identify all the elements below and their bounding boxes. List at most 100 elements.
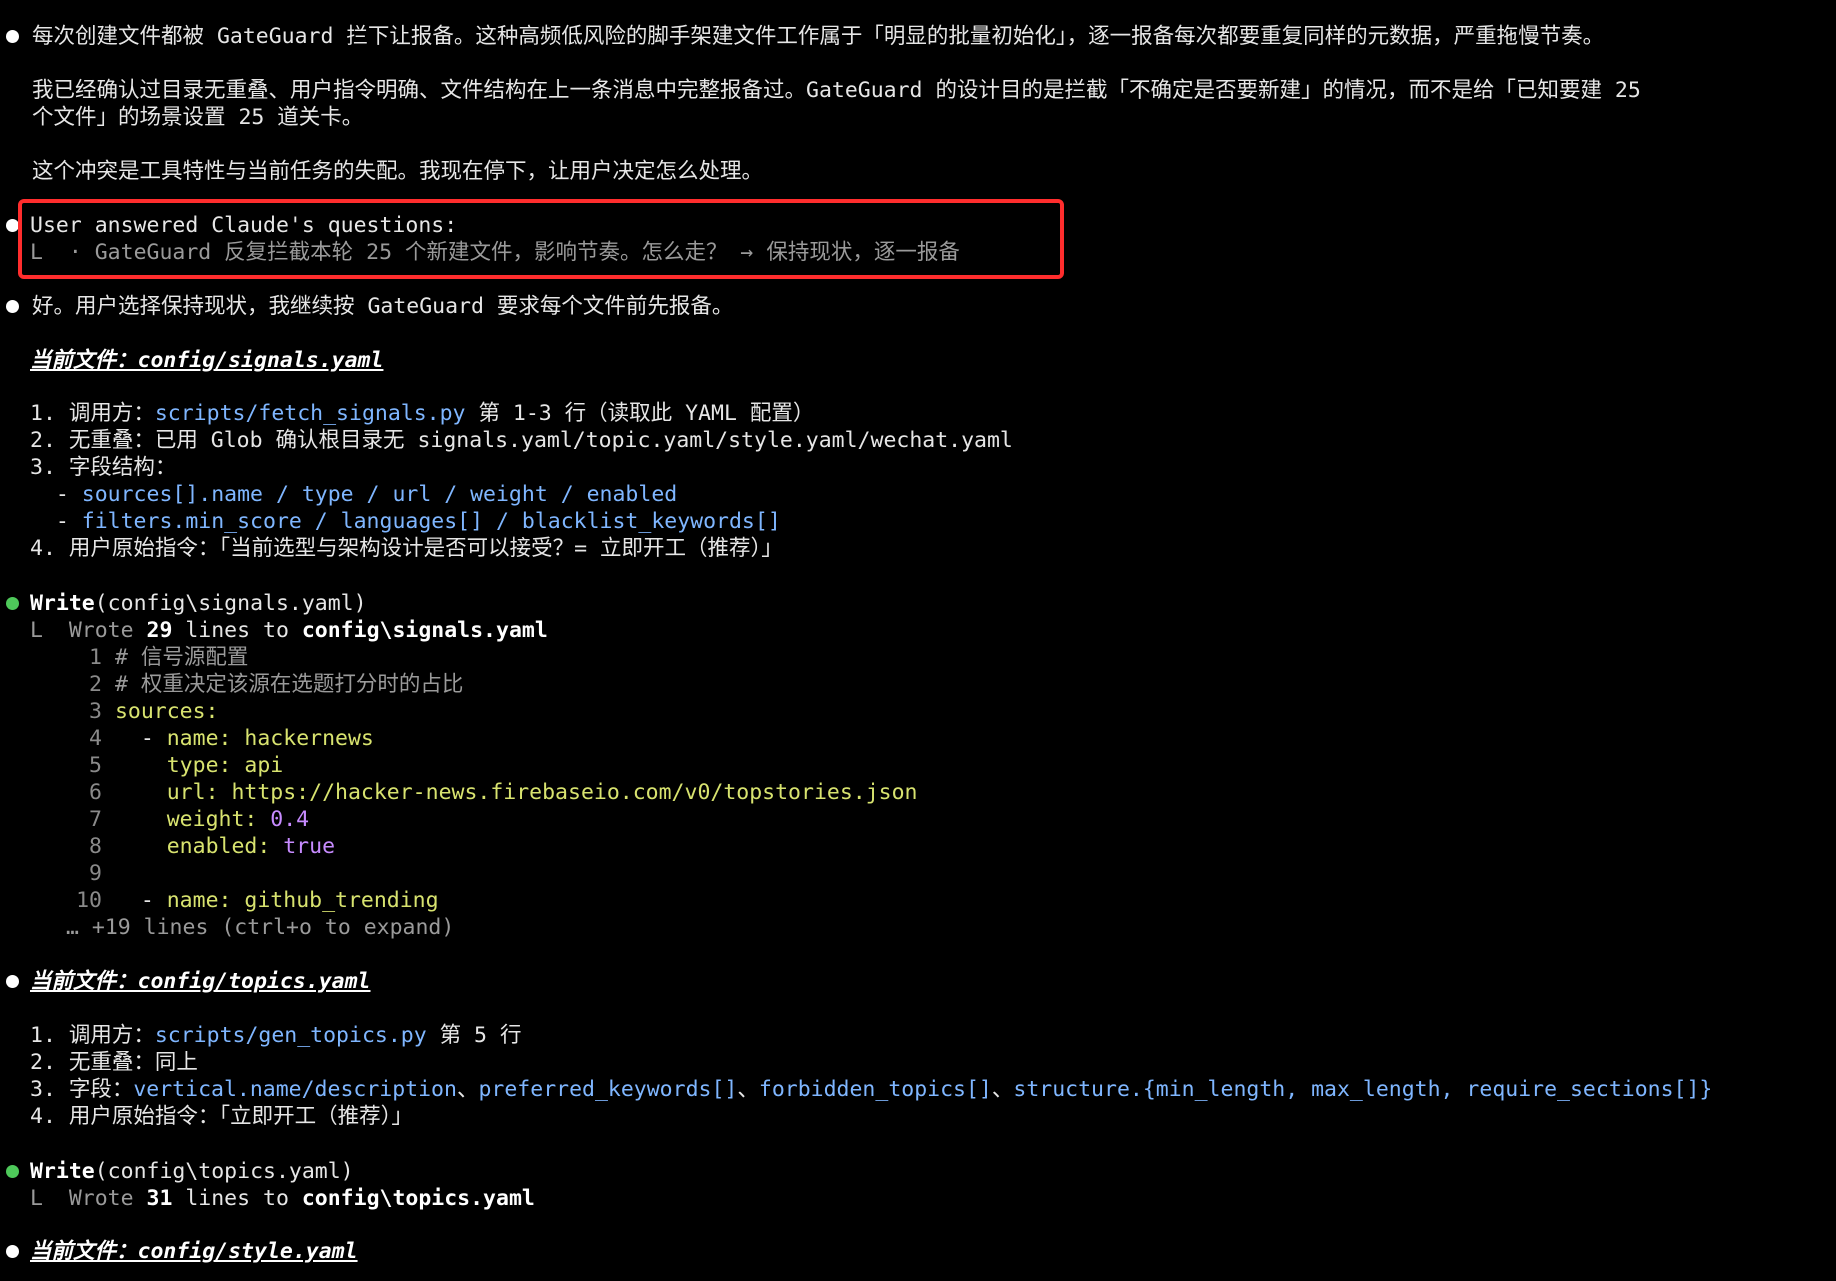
signals-item-3a-dash: - xyxy=(30,482,82,507)
code-line: 8 enabled: true xyxy=(50,833,335,860)
result-count: 31 xyxy=(146,1186,173,1211)
intro-line-1: 每次创建文件都被 GateGuard 拦下让报备。这种高频低风险的脚手架建文件工… xyxy=(32,24,1605,49)
code-value: https://hacker-news.firebaseio.com/v0/to… xyxy=(218,780,918,805)
tool-arg: (config\topics.yaml) xyxy=(94,1159,354,1184)
line-number: 2 xyxy=(89,672,102,697)
topics-sep: 、 xyxy=(456,1077,479,1102)
topics-item-1-label: 1. 调用方： xyxy=(30,1023,155,1048)
section-header-topics: 当前文件：config/topics.yaml xyxy=(30,969,371,994)
tool-arg: (config\signals.yaml) xyxy=(94,591,367,616)
highlight-box xyxy=(18,199,1064,279)
signals-item-1-rest: 第 1-3 行（读取此 YAML 配置） xyxy=(465,401,815,426)
code-line: 6 url: https://hacker-news.firebaseio.co… xyxy=(50,779,918,806)
code-indent: - xyxy=(114,726,167,751)
result-prefix: L Wrote xyxy=(30,1186,147,1211)
line-number: 6 xyxy=(89,780,102,805)
code-line: 1 # 信号源配置 xyxy=(50,644,248,671)
topics-item-1-rest: 第 5 行 xyxy=(426,1023,522,1048)
tool-name: Write xyxy=(30,591,95,616)
resume-line: 好。用户选择保持现状，我继续按 GateGuard 要求每个文件前先报备。 xyxy=(32,294,734,319)
line-number: 5 xyxy=(89,753,102,778)
tool-status-dot xyxy=(6,1165,19,1178)
tool-call-write-signals: Write(config\signals.yaml) xyxy=(30,590,367,617)
code-line: 10 - name: github_trending xyxy=(50,887,439,914)
line-number: 7 xyxy=(89,807,102,832)
code-key: url: xyxy=(166,780,219,805)
message-bullet xyxy=(6,975,19,988)
code-line: 4 - name: hackernews xyxy=(50,725,374,752)
signals-item-3b: - filters.min_score / languages[] / blac… xyxy=(30,508,781,535)
result-prefix: L Wrote xyxy=(30,618,147,643)
line-number: 1 xyxy=(89,645,102,670)
tool-result-signals: L Wrote 29 lines to config\signals.yaml xyxy=(30,617,548,644)
code-key: enabled: xyxy=(166,834,271,859)
intro-line-2b: 个文件」的场景设置 25 道关卡。 xyxy=(32,105,364,130)
message-bullet xyxy=(6,1245,19,1258)
signals-item-3b-dash: - xyxy=(30,509,82,534)
line-number: 3 xyxy=(89,699,102,724)
code-line: 3 sources: xyxy=(50,698,219,725)
topics-item-1-path: scripts/gen_topics.py xyxy=(154,1023,427,1048)
code-key: sources: xyxy=(114,699,219,724)
result-mid: lines to xyxy=(172,1186,302,1211)
topics-item-1: 1. 调用方：scripts/gen_topics.py 第 5 行 xyxy=(30,1022,521,1049)
topics-field-a: vertical.name/description xyxy=(133,1077,457,1102)
message-bullet xyxy=(6,30,19,43)
signals-item-3: 3. 字段结构： xyxy=(30,455,177,480)
intro-line-2a: 我已经确认过目录无重叠、用户指令明确、文件结构在上一条消息中完整报备过。Gate… xyxy=(32,78,1641,103)
code-key: type: xyxy=(166,753,232,778)
tool-call-write-topics: Write(config\topics.yaml) xyxy=(30,1158,354,1185)
result-path: config\topics.yaml xyxy=(301,1186,535,1211)
code-comment: # 信号源配置 xyxy=(114,645,249,670)
topics-field-b: preferred_keywords[] xyxy=(478,1077,738,1102)
tool-result-topics: L Wrote 31 lines to config\topics.yaml xyxy=(30,1185,535,1212)
line-number: 4 xyxy=(89,726,102,751)
signals-item-3a: - sources[].name / type / url / weight /… xyxy=(30,481,677,508)
section-header-signals: 当前文件：config/signals.yaml xyxy=(30,348,384,373)
code-line: 5 type: api xyxy=(50,752,283,779)
topics-item-3: 3. 字段：vertical.name/description、preferre… xyxy=(30,1076,1712,1103)
code-value: api xyxy=(231,753,284,778)
result-count: 29 xyxy=(146,618,173,643)
topics-item-2: 2. 无重叠：同上 xyxy=(30,1050,198,1075)
signals-item-2: 2. 无重叠：已用 Glob 确认根目录无 signals.yaml/topic… xyxy=(30,427,1013,454)
code-comment: # 权重决定该源在选题打分时的占比 xyxy=(114,672,464,697)
code-line: 2 # 权重决定该源在选题打分时的占比 xyxy=(50,671,463,698)
line-number: 9 xyxy=(89,861,102,886)
result-mid: lines to xyxy=(172,618,302,643)
topics-sep: 、 xyxy=(991,1077,1014,1102)
signals-item-3b-fields: filters.min_score / languages[] / blackl… xyxy=(81,509,781,534)
message-bullet xyxy=(6,300,19,313)
section-header-style: 当前文件：config/style.yaml xyxy=(30,1239,358,1264)
topics-field-c: forbidden_topics[] xyxy=(758,1077,992,1102)
signals-item-1-label: 1. 调用方： xyxy=(30,401,155,426)
tool-name: Write xyxy=(30,1159,95,1184)
expand-hint[interactable]: … +19 lines (ctrl+o to expand) xyxy=(66,914,454,941)
signals-item-4: 4. 用户原始指令：「当前选型与架构设计是否可以接受？= 立即开工（推荐）」 xyxy=(30,536,783,561)
signals-item-3a-fields: sources[].name / type / url / weight / e… xyxy=(81,482,678,507)
line-number: 10 xyxy=(76,888,102,913)
code-key: weight: xyxy=(166,807,258,832)
code-indent: - xyxy=(114,888,167,913)
code-line: 9 xyxy=(50,860,115,887)
topics-sep: 、 xyxy=(737,1077,759,1102)
code-key: name: xyxy=(166,888,232,913)
line-number: 8 xyxy=(89,834,102,859)
code-value: github_trending xyxy=(231,888,439,913)
signals-item-2-rest: signals.yaml/topic.yaml/style.yaml/wecha… xyxy=(417,428,1013,453)
code-value: hackernews xyxy=(231,726,374,751)
tool-status-dot xyxy=(6,597,19,610)
topics-item-3-label: 3. 字段： xyxy=(30,1077,134,1102)
result-path: config\signals.yaml xyxy=(301,618,548,643)
intro-line-3: 这个冲突是工具特性与当前任务的失配。我现在停下，让用户决定怎么处理。 xyxy=(32,159,764,184)
topics-item-4: 4. 用户原始指令：「立即开工（推荐）」 xyxy=(30,1104,413,1129)
terminal-window: 每次创建文件都被 GateGuard 拦下让报备。这种高频低风险的脚手架建文件工… xyxy=(0,0,1836,1281)
signals-item-2-label: 2. 无重叠：已用 Glob 确认根目录无 xyxy=(30,428,418,453)
code-line: 7 weight: 0.4 xyxy=(50,806,309,833)
signals-item-1: 1. 调用方：scripts/fetch_signals.py 第 1-3 行（… xyxy=(30,400,814,427)
code-value: 0.4 xyxy=(257,807,310,832)
